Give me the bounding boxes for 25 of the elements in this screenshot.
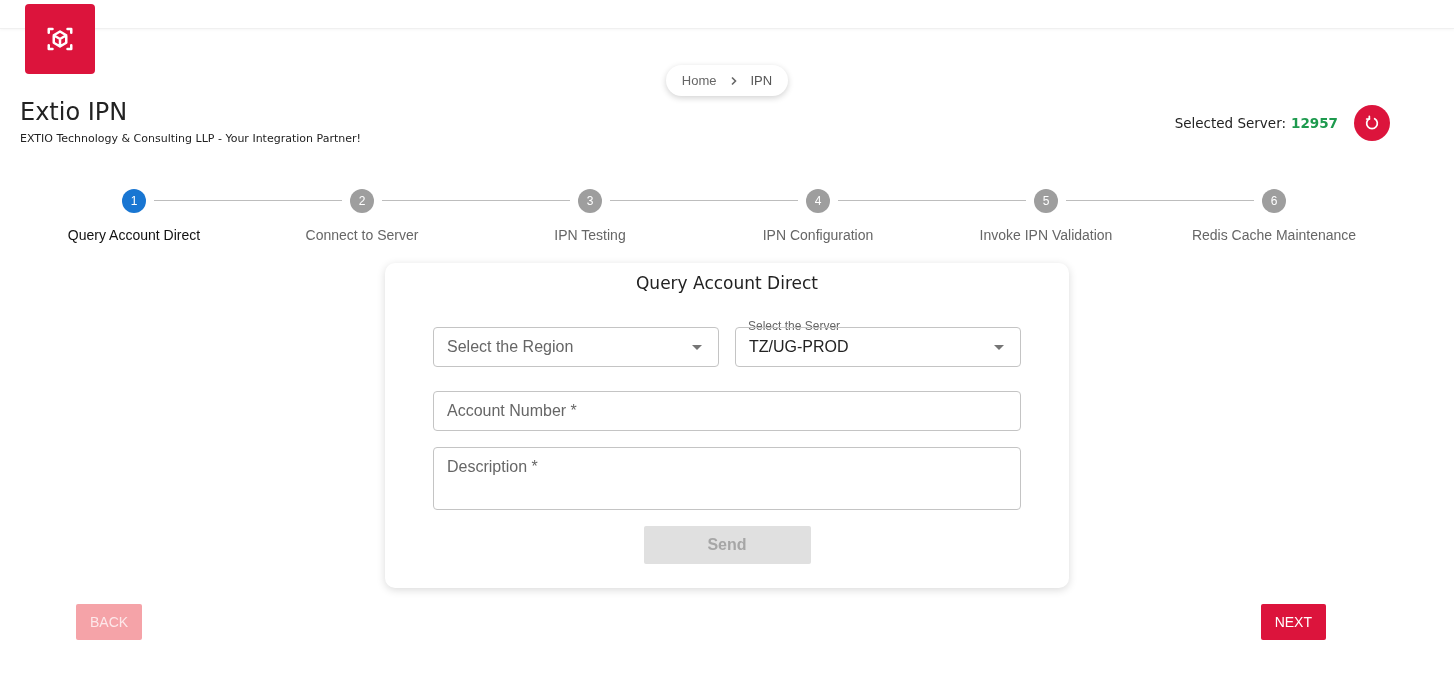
account-number-field[interactable]: Account Number * (433, 391, 1021, 431)
step-label[interactable]: IPN Testing (554, 227, 626, 243)
selected-server-label: Selected Server: (1174, 115, 1287, 131)
dropdown-caret-icon (692, 344, 702, 350)
app-logo[interactable] (25, 4, 95, 74)
region-select[interactable]: Select the Region (433, 327, 719, 367)
step-label[interactable]: Redis Cache Maintenance (1191, 227, 1357, 243)
app-subtitle: EXTIO Technology & Consulting LLP - Your Integration Partner! (20, 132, 361, 145)
selected-server-value: 12957 (1291, 115, 1338, 131)
next-button[interactable]: NEXT (1260, 604, 1326, 640)
step-label[interactable]: Connect to Server (305, 227, 419, 243)
step-number[interactable]: 1 (122, 189, 146, 213)
refresh-icon (1364, 115, 1380, 131)
refresh-button[interactable] (1354, 105, 1390, 141)
description-field[interactable]: Description * (433, 447, 1021, 510)
app-title: Extio IPN (20, 98, 129, 126)
breadcrumb-link[interactable]: Home (681, 73, 717, 88)
step-label[interactable]: IPN Configuration (762, 227, 874, 243)
region-placeholder: Select the Region (447, 338, 574, 356)
card-title: Query Account Direct (636, 273, 818, 293)
step-label[interactable]: Query Account Direct (67, 227, 201, 243)
dropdown-caret-icon (994, 344, 1004, 350)
step-label[interactable]: Invoke IPN Validation (979, 227, 1113, 243)
server-value: TZ/UG-PROD (749, 338, 849, 356)
breadcrumb-link[interactable]: IPN (750, 73, 773, 88)
